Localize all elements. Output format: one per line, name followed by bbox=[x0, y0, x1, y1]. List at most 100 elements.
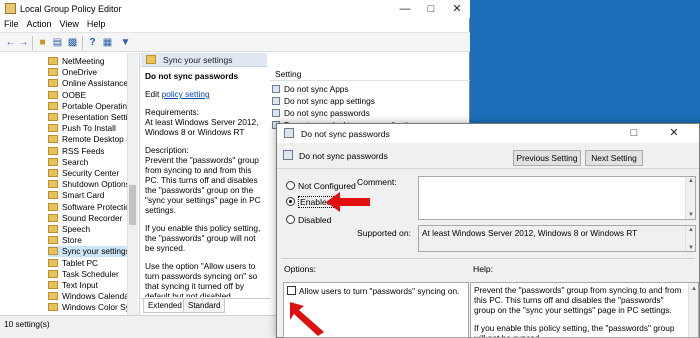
setting-item-label: Do not sync Apps bbox=[284, 84, 349, 94]
minimize-button[interactable]: — bbox=[392, 0, 418, 18]
tree-scrollbar[interactable] bbox=[127, 53, 138, 315]
tree-item[interactable]: Store bbox=[48, 235, 82, 246]
tree-item-label: Text Input bbox=[62, 280, 98, 290]
tree-item-label: Store bbox=[62, 235, 82, 246]
tree-item-label: Task Scheduler bbox=[62, 268, 119, 279]
next-setting-button[interactable]: Next Setting bbox=[585, 150, 643, 166]
radio-enabled-circle[interactable] bbox=[286, 197, 295, 206]
tree-item[interactable]: Windows Calendar bbox=[48, 291, 132, 302]
folder-icon bbox=[48, 101, 58, 110]
dialog-maximize-button[interactable]: □ bbox=[621, 124, 647, 143]
list-icon[interactable]: ▩ bbox=[66, 36, 79, 49]
scroll-down-arrow[interactable]: ▼ bbox=[686, 212, 696, 218]
scroll-up-arrow[interactable]: ▲ bbox=[686, 178, 696, 184]
tree-item[interactable]: Remote Desktop Se bbox=[48, 134, 136, 145]
folder-icon[interactable]: ■ bbox=[36, 36, 49, 49]
radio-disabled-circle[interactable] bbox=[286, 215, 295, 224]
dialog-title-bar: Do not sync passwords □ ✕ bbox=[277, 124, 699, 143]
settings-column-header[interactable]: Setting bbox=[270, 67, 470, 81]
tree-item[interactable]: Smart Card bbox=[48, 190, 104, 201]
tree-item[interactable]: Sync your settings bbox=[48, 246, 130, 258]
app-icon bbox=[5, 3, 16, 14]
menu-action[interactable]: Action bbox=[23, 18, 56, 29]
divider bbox=[281, 258, 695, 259]
policy-icon bbox=[283, 150, 293, 160]
tree-item[interactable]: Online Assistance bbox=[48, 78, 128, 89]
comment-textarea[interactable]: ▲ ▼ bbox=[418, 176, 696, 220]
forward-icon[interactable]: → bbox=[17, 36, 30, 49]
dialog-title: Do not sync passwords bbox=[301, 129, 390, 139]
help-icon[interactable]: ? bbox=[86, 36, 99, 49]
close-button[interactable]: ✕ bbox=[444, 0, 470, 18]
scroll-up-arrow[interactable]: ▲ bbox=[686, 227, 696, 233]
tree-item-label: Search bbox=[62, 156, 89, 167]
back-icon[interactable]: ← bbox=[4, 36, 17, 49]
tree-item[interactable]: OOBE bbox=[48, 90, 86, 101]
folder-icon bbox=[48, 281, 58, 289]
comment-scrollbar[interactable]: ▲ ▼ bbox=[685, 177, 695, 219]
tree-item[interactable]: Task Scheduler bbox=[48, 269, 119, 280]
tree-item-label: Sync your settings bbox=[62, 246, 130, 257]
menu-view[interactable]: View bbox=[56, 18, 83, 29]
tree-item[interactable]: Speech bbox=[48, 224, 90, 235]
show-hide-tree-icon[interactable]: ▤ bbox=[51, 36, 64, 49]
tree-item-label: Presentation Setti bbox=[62, 112, 128, 122]
policy-icon bbox=[284, 128, 294, 138]
help-scrollbar[interactable]: ▲ bbox=[688, 283, 698, 337]
tree-item-label: NetMeeting bbox=[62, 56, 105, 66]
tree-scroll-thumb[interactable] bbox=[129, 185, 136, 225]
tree-item[interactable]: Software Protectio bbox=[48, 202, 130, 213]
radio-not-configured-circle[interactable] bbox=[286, 181, 295, 190]
tab-standard[interactable]: Standard bbox=[183, 299, 226, 313]
toolbar: ← → ■ ▤ ▩ ? ▦ ▼ bbox=[0, 32, 470, 52]
tree-item[interactable]: Shutdown Options bbox=[48, 179, 130, 190]
tree-item[interactable]: NetMeeting bbox=[48, 56, 104, 67]
maximize-button[interactable]: □ bbox=[418, 0, 444, 18]
setting-item[interactable]: Do not sync passwords bbox=[272, 108, 370, 119]
scroll-up-arrow[interactable]: ▲ bbox=[689, 284, 698, 294]
setting-item[interactable]: Do not sync app settings bbox=[272, 96, 375, 107]
previous-setting-button[interactable]: Previous Setting bbox=[513, 150, 581, 166]
tree-item[interactable]: Sound Recorder bbox=[48, 213, 122, 224]
supported-on-label: Supported on: bbox=[357, 228, 411, 238]
tree-item-label: Windows Calendar bbox=[62, 291, 132, 302]
tree-item[interactable]: Windows Color Sys bbox=[48, 302, 134, 313]
dialog-close-button[interactable]: ✕ bbox=[649, 124, 699, 143]
menu-help[interactable]: Help bbox=[83, 18, 110, 29]
tree-item[interactable]: Text Input bbox=[48, 280, 98, 291]
title-bar: Local Group Policy Editor — □ ✕ bbox=[0, 0, 470, 18]
tree-item[interactable]: Portable Operating bbox=[48, 101, 132, 112]
supported-scrollbar[interactable]: ▲ ▼ bbox=[685, 226, 695, 251]
checkbox-box[interactable] bbox=[287, 286, 296, 295]
tab-extended[interactable]: Extended bbox=[143, 299, 187, 313]
properties-icon[interactable]: ▦ bbox=[101, 36, 114, 49]
folder-icon bbox=[48, 191, 58, 200]
scroll-down-arrow[interactable]: ▼ bbox=[686, 245, 696, 251]
folder-icon bbox=[48, 202, 58, 211]
tree-item-label: Shutdown Options bbox=[62, 179, 130, 190]
tree-item-label: Software Protectio bbox=[62, 201, 130, 212]
tree-item[interactable]: Security Center bbox=[48, 168, 119, 179]
allow-passwords-sync-checkbox[interactable]: Allow users to turn "passwords" syncing … bbox=[287, 286, 459, 296]
tree-item[interactable]: Search bbox=[48, 157, 88, 168]
folder-icon bbox=[146, 55, 156, 64]
tree-item[interactable]: Tablet PC bbox=[48, 258, 98, 269]
tree-item[interactable]: OneDrive bbox=[48, 67, 97, 78]
supported-on-box: At least Windows Server 2012, Windows 8 … bbox=[418, 225, 696, 252]
tree-item-label: OneDrive bbox=[62, 67, 98, 78]
menu-bar: File Action View Help bbox=[0, 18, 470, 32]
tree-item[interactable]: RSS Feeds bbox=[48, 146, 104, 157]
edit-policy-link[interactable]: policy setting bbox=[162, 89, 210, 99]
tree-item-label: Security Center bbox=[62, 168, 120, 178]
radio-disabled[interactable]: Disabled bbox=[286, 214, 331, 226]
menu-file[interactable]: File bbox=[0, 18, 23, 29]
help-text-1: Prevent the "passwords" group from synci… bbox=[474, 285, 682, 315]
setting-item[interactable]: Do not sync Apps bbox=[272, 84, 349, 95]
description-header-label: Sync your settings bbox=[163, 55, 233, 65]
supported-on-value: At least Windows Server 2012, Windows 8 … bbox=[422, 228, 638, 238]
filter-icon[interactable]: ▼ bbox=[119, 36, 132, 49]
folder-icon bbox=[48, 213, 58, 222]
requirements-text: Requirements: At least Windows Server 20… bbox=[145, 107, 259, 137]
tree-item[interactable]: Presentation Setti bbox=[48, 112, 128, 123]
tree-item[interactable]: Push To Install bbox=[48, 123, 116, 134]
